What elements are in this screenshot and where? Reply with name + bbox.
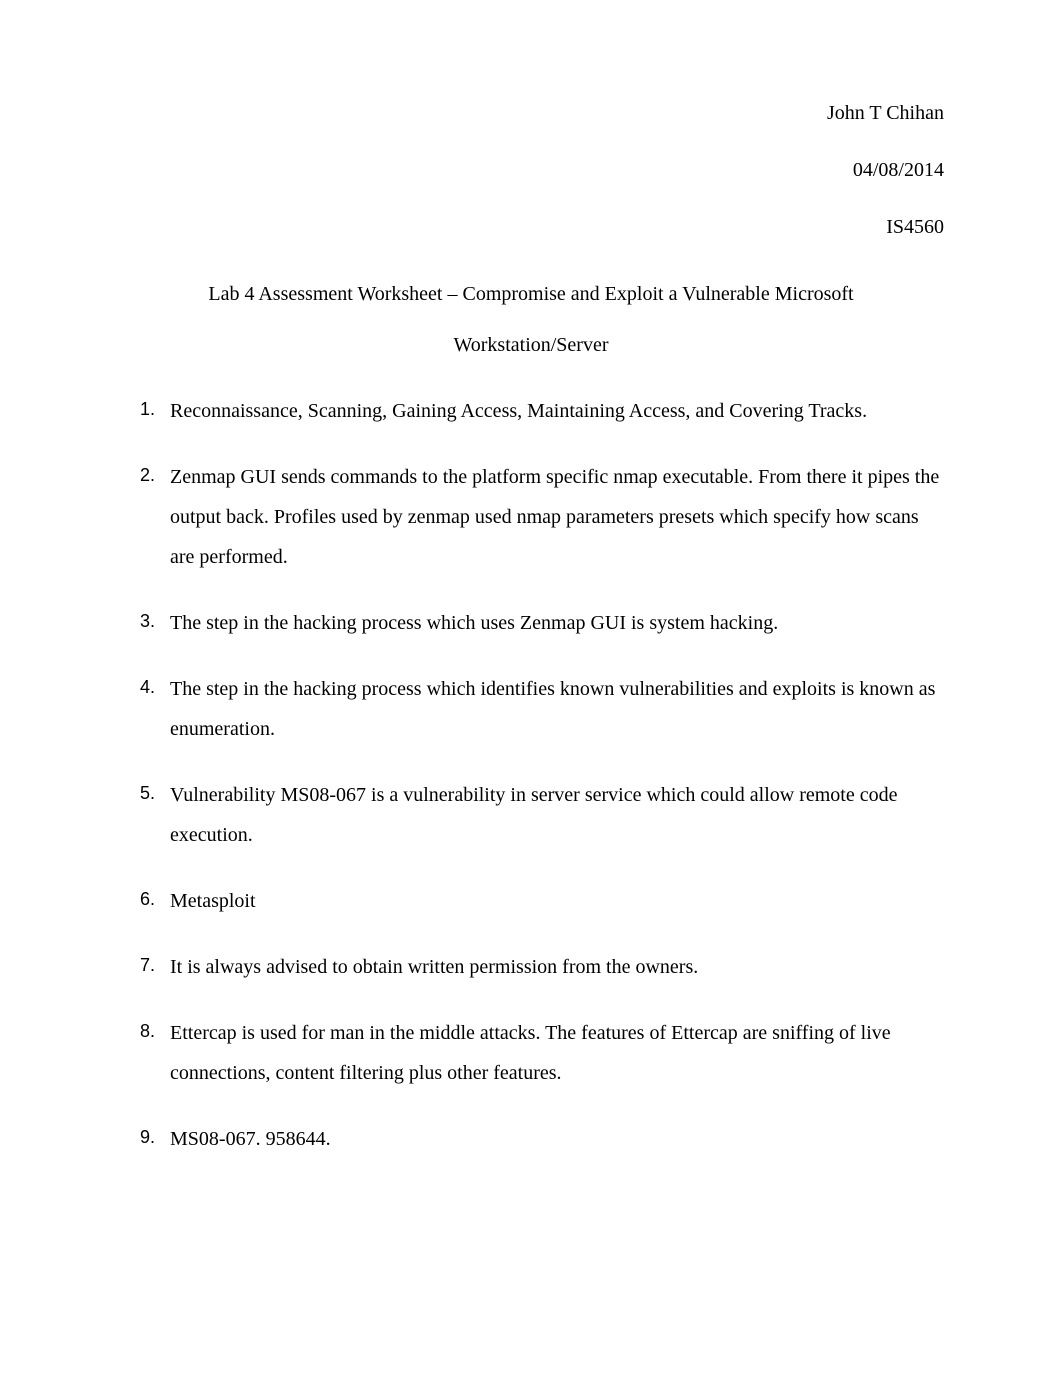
item-text: The step in the hacking process which us… xyxy=(170,603,944,643)
item-number: 8. xyxy=(140,1013,155,1049)
item-text: Metasploit xyxy=(170,881,944,921)
list-item: 4. The step in the hacking process which… xyxy=(140,669,944,749)
item-text: Zenmap GUI sends commands to the platfor… xyxy=(170,457,944,577)
list-item: 8. Ettercap is used for man in the middl… xyxy=(140,1013,944,1093)
title-line-2: Workstation/Server xyxy=(118,330,944,361)
item-text: It is always advised to obtain written p… xyxy=(170,947,944,987)
item-text: Ettercap is used for man in the middle a… xyxy=(170,1013,944,1093)
list-item: 3. The step in the hacking process which… xyxy=(140,603,944,643)
list-item: 2. Zenmap GUI sends commands to the plat… xyxy=(140,457,944,577)
author-name: John T Chihan xyxy=(118,98,944,129)
item-number: 9. xyxy=(140,1119,155,1155)
item-text: Reconnaissance, Scanning, Gaining Access… xyxy=(170,391,944,431)
list-item: 1. Reconnaissance, Scanning, Gaining Acc… xyxy=(140,391,944,431)
course-code: IS4560 xyxy=(118,212,944,243)
list-item: 5. Vulnerability MS08-067 is a vulnerabi… xyxy=(140,775,944,855)
item-number: 2. xyxy=(140,457,155,493)
item-text: Vulnerability MS08-067 is a vulnerabilit… xyxy=(170,775,944,855)
item-number: 6. xyxy=(140,881,155,917)
item-number: 3. xyxy=(140,603,155,639)
item-text: MS08-067. 958644. xyxy=(170,1119,944,1159)
list-item: 6. Metasploit xyxy=(140,881,944,921)
item-text: The step in the hacking process which id… xyxy=(170,669,944,749)
document-header: John T Chihan 04/08/2014 IS4560 xyxy=(118,98,944,243)
list-item: 9. MS08-067. 958644. xyxy=(140,1119,944,1159)
item-number: 4. xyxy=(140,669,155,705)
item-number: 5. xyxy=(140,775,155,811)
document-date: 04/08/2014 xyxy=(118,155,944,186)
item-number: 1. xyxy=(140,391,155,427)
document-title: Lab 4 Assessment Worksheet – Compromise … xyxy=(118,279,944,361)
title-line-1: Lab 4 Assessment Worksheet – Compromise … xyxy=(118,279,944,310)
answer-list: 1. Reconnaissance, Scanning, Gaining Acc… xyxy=(118,391,944,1159)
list-item: 7. It is always advised to obtain writte… xyxy=(140,947,944,987)
item-number: 7. xyxy=(140,947,155,983)
